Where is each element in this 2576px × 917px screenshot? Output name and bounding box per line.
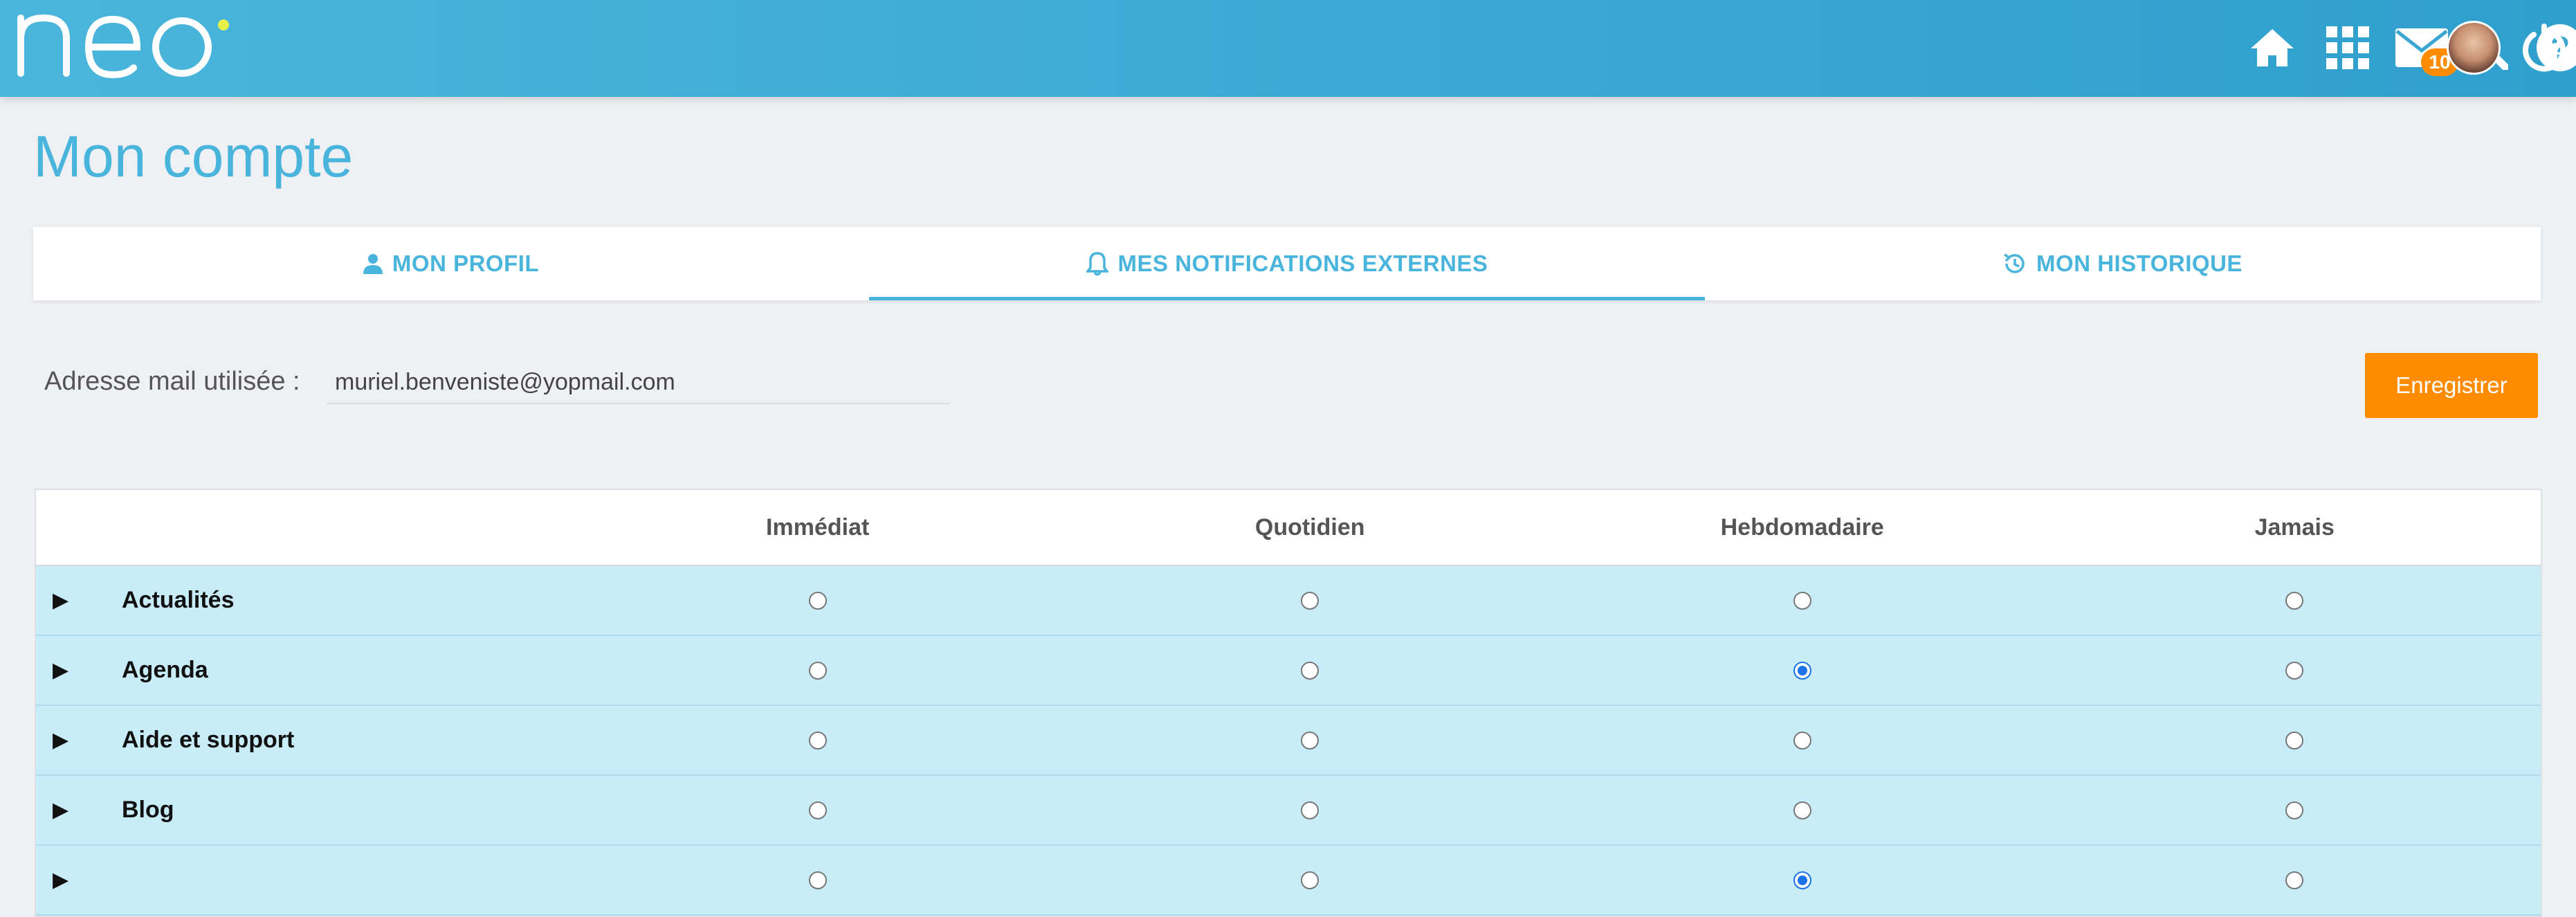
expand-arrow-icon[interactable]: ▶ [53,658,122,682]
radio-hebdomadaire[interactable] [1793,731,1811,750]
radio-jamais[interactable] [2285,661,2304,680]
expand-arrow-icon[interactable]: ▶ [53,728,122,752]
row-label: Blog [122,797,174,823]
tab-mes-notifications-externes[interactable]: MES NOTIFICATIONS EXTERNES [869,227,1705,300]
email-label: Adresse mail utilisée : [44,367,300,396]
tab-mon-profil[interactable]: MON PROFIL [33,227,869,300]
power-icon[interactable] [2513,17,2575,79]
tab-label: MON PROFIL [392,251,540,276]
row-label: Actualités [122,587,235,613]
row-label: Aide et support [122,727,295,753]
radio-quotidien[interactable] [1301,591,1319,610]
radio-hebdomadaire[interactable] [1793,871,1811,889]
radio-jamais[interactable] [2285,731,2304,750]
table-row: ▶ Actualités [36,566,2541,636]
radio-immediat[interactable] [808,871,827,889]
radio-immediat[interactable] [808,801,827,819]
avatar[interactable] [2442,17,2505,79]
radio-jamais[interactable] [2285,801,2304,819]
tab-mon-historique[interactable]: MON HISTORIQUE [1705,227,2541,300]
expand-arrow-icon[interactable]: ▶ [53,868,122,892]
home-icon[interactable] [2241,17,2303,79]
account-tabs: MON PROFIL MES NOTIFICATIONS EXTERNES MO… [33,227,2541,300]
user-avatar-image [2447,21,2501,75]
column-header: Hebdomadaire [1720,514,1884,541]
person-icon [363,254,383,274]
column-header: Jamais [2254,514,2335,541]
table-row: ▶ Blog [36,776,2541,846]
radio-quotidien[interactable] [1301,801,1319,819]
radio-hebdomadaire[interactable] [1793,801,1811,819]
email-field[interactable] [327,361,949,404]
radio-immediat[interactable] [808,661,827,680]
expand-arrow-icon[interactable]: ▶ [53,588,122,612]
tab-label: MON HISTORIQUE [2036,251,2242,276]
table-row: ▶ Agenda [36,636,2541,706]
table-header: Immédiat Quotidien Hebdomadaire Jamais [36,490,2541,566]
radio-jamais[interactable] [2285,871,2304,889]
expand-arrow-icon[interactable]: ▶ [53,798,122,822]
radio-quotidien[interactable] [1301,661,1319,680]
radio-hebdomadaire[interactable] [1793,661,1811,680]
apps-grid-icon[interactable] [2317,17,2379,79]
save-button[interactable]: Enregistrer [2365,353,2538,418]
column-header: Quotidien [1254,514,1365,541]
tab-label: MES NOTIFICATIONS EXTERNES [1117,251,1488,276]
radio-immediat[interactable] [808,731,827,750]
radio-immediat[interactable] [808,591,827,610]
notifications-table: Immédiat Quotidien Hebdomadaire Jamais ▶… [35,489,2542,917]
history-icon [2004,253,2025,273]
table-row: ▶ Aide et support [36,706,2541,776]
radio-jamais[interactable] [2285,591,2304,610]
column-header: Immédiat [766,514,870,541]
page-title: Mon compte [33,124,354,189]
radio-hebdomadaire[interactable] [1793,591,1811,610]
table-row-partial: ▶ [36,846,2541,916]
bell-icon [1086,252,1108,276]
top-bar: 10 ? [0,0,2576,97]
neo-logo[interactable] [12,4,234,84]
radio-quotidien[interactable] [1301,871,1319,889]
row-label: Agenda [122,657,208,683]
radio-quotidien[interactable] [1301,731,1319,750]
